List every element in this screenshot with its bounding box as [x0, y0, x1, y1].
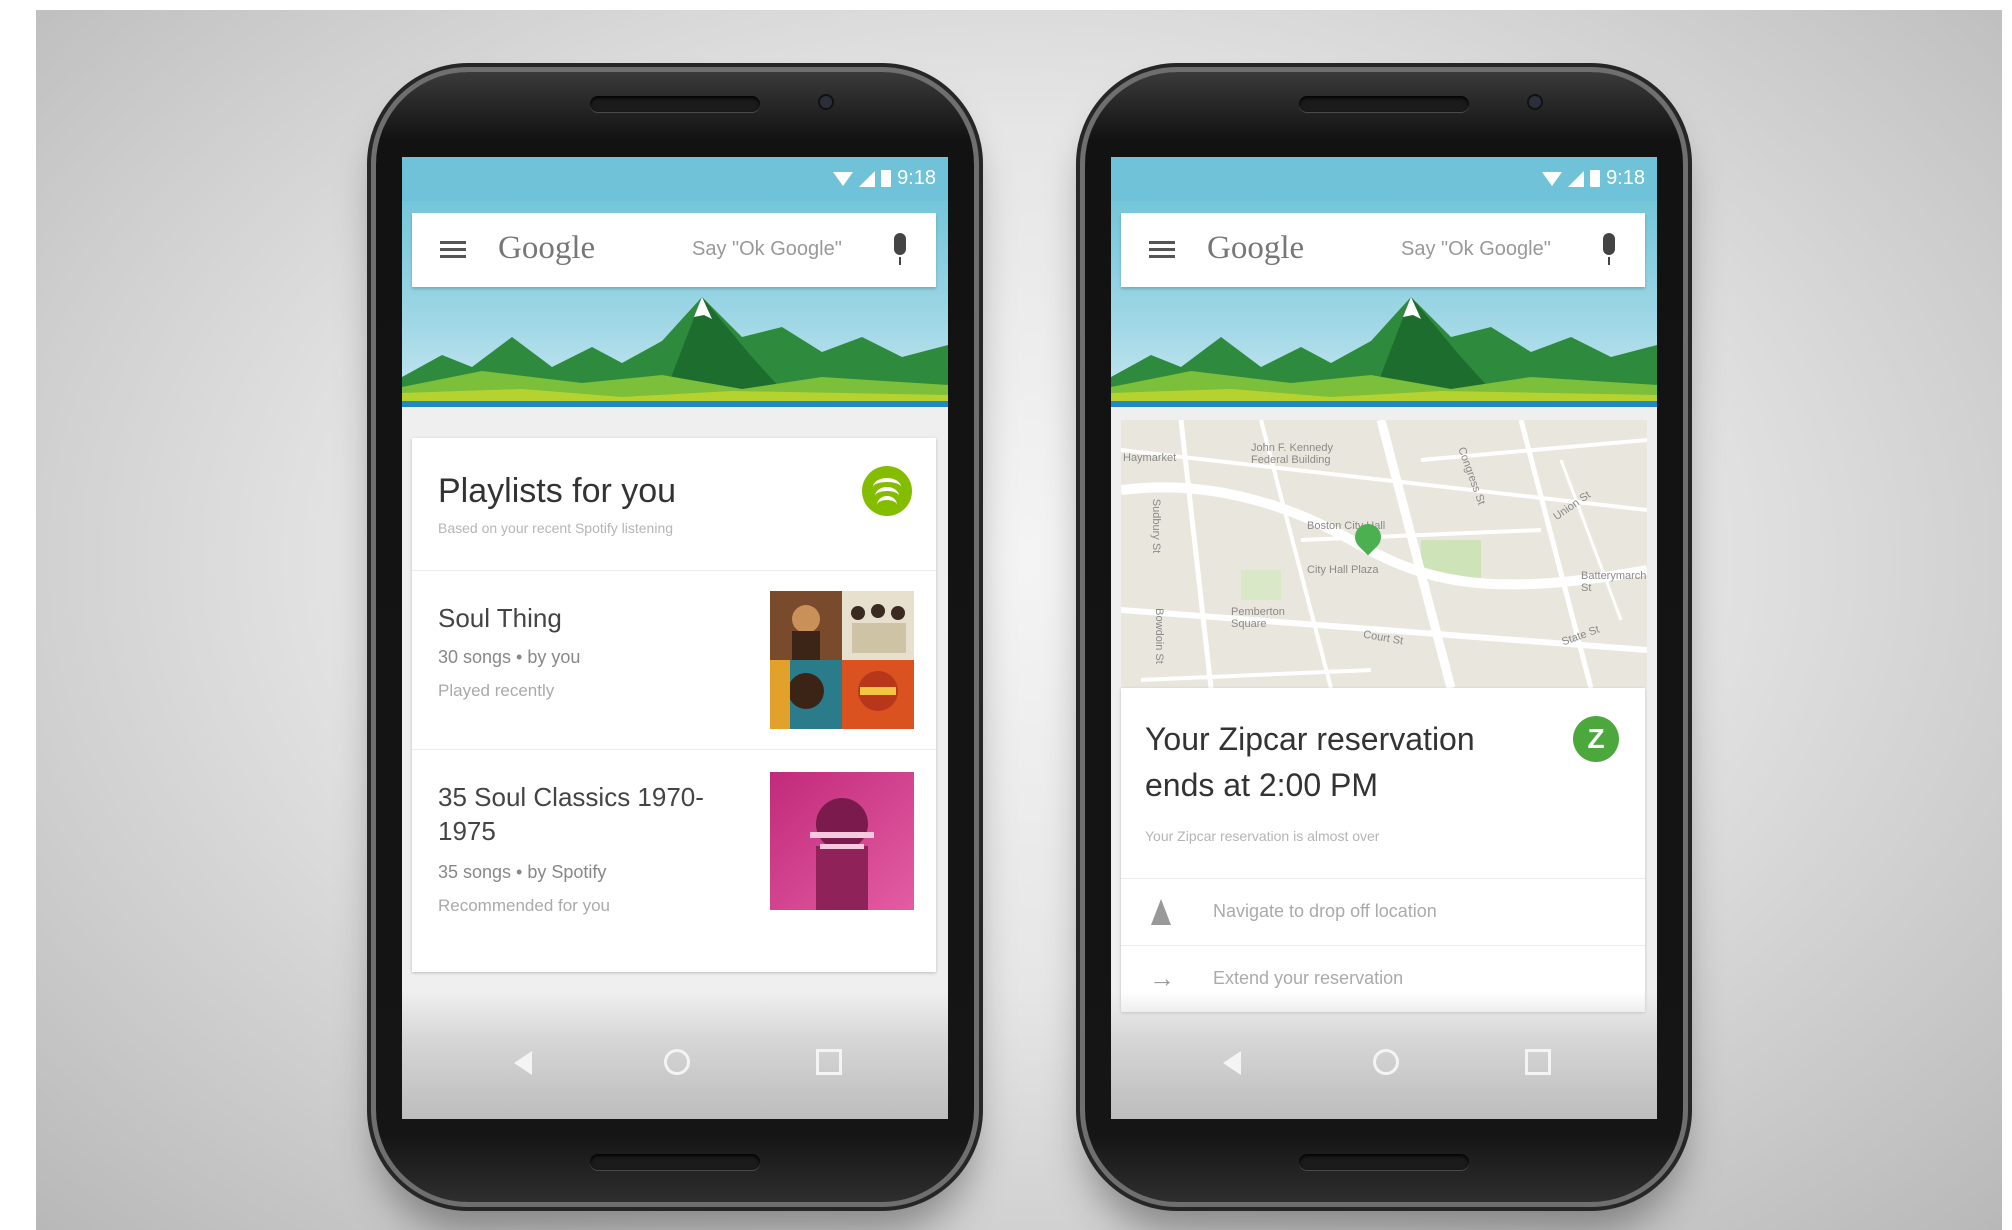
playlist-note: Recommended for you	[438, 896, 610, 915]
navigation-bar	[402, 991, 948, 1119]
back-icon[interactable]	[1223, 1051, 1241, 1075]
background: 9:18 Google Say "Ok Google" Playlists fo…	[36, 10, 2002, 1230]
recents-icon[interactable]	[816, 1049, 842, 1075]
zipcar-icon: Z	[1573, 716, 1619, 762]
voice-hint: Say "Ok Google"	[692, 238, 842, 260]
screen: 9:18 Google Say "Ok Google" Haymarket Jo…	[1111, 157, 1657, 1119]
card-subtitle: Based on your recent Spotify listening	[438, 520, 674, 536]
map[interactable]: Haymarket John F. Kennedy Federal Buildi…	[1121, 420, 1647, 688]
signal-icon	[859, 170, 876, 187]
navigation-icon	[1151, 899, 1171, 925]
phone-right: 9:18 Google Say "Ok Google" Haymarket Jo…	[1085, 72, 1683, 1202]
earpiece-speaker	[590, 96, 760, 112]
map-label: Pemberton Square	[1231, 606, 1285, 630]
home-icon[interactable]	[1373, 1049, 1399, 1075]
status-time: 9:18	[1606, 167, 1645, 189]
mountain-illustration	[1111, 297, 1657, 401]
earpiece-speaker	[1299, 96, 1469, 112]
playlist-item[interactable]: 35 Soul Classics 1970-1975 35 songs • by…	[412, 750, 936, 950]
map-label: Bowdoin St	[1152, 608, 1165, 664]
action-label: Extend your reservation	[1213, 968, 1404, 988]
navigate-action[interactable]: Navigate to drop off location	[1121, 878, 1645, 945]
playlist-name: 35 Soul Classics 1970-1975	[438, 782, 704, 846]
card-title-line2: ends at 2:00 PM	[1145, 767, 1379, 803]
playlist-name: Soul Thing	[438, 603, 562, 633]
card-subtitle: Your Zipcar reservation is almost over	[1145, 828, 1380, 844]
mic-icon[interactable]	[1603, 233, 1615, 265]
map-roads	[1121, 420, 1647, 688]
front-camera	[820, 96, 832, 108]
playlist-meta: 30 songs • by you	[438, 647, 581, 667]
bottom-speaker	[1299, 1154, 1469, 1170]
google-logo: Google	[1207, 230, 1305, 266]
lake-strip	[402, 401, 948, 407]
album-art	[770, 772, 914, 910]
menu-icon[interactable]	[1149, 241, 1175, 259]
playlist-item[interactable]: Soul Thing 30 songs • by you Played rece…	[412, 571, 936, 750]
playlists-card: Playlists for you Based on your recent S…	[412, 438, 936, 972]
google-logo: Google	[498, 230, 596, 266]
lake-strip	[1111, 401, 1657, 407]
status-bar: 9:18	[1111, 157, 1657, 201]
map-label: Batterymarch St	[1581, 570, 1647, 594]
phone-left: 9:18 Google Say "Ok Google" Playlists fo…	[376, 72, 974, 1202]
battery-icon	[881, 170, 892, 187]
card-title-line1: Your Zipcar reservation	[1145, 721, 1475, 757]
front-camera	[1529, 96, 1541, 108]
screen: 9:18 Google Say "Ok Google" Playlists fo…	[402, 157, 948, 1119]
playlist-meta: 35 songs • by Spotify	[438, 862, 607, 882]
search-bar[interactable]: Google Say "Ok Google"	[412, 213, 936, 287]
battery-icon	[1590, 170, 1601, 187]
map-label: Sudbury St	[1150, 498, 1163, 554]
status-bar: 9:18	[402, 157, 948, 201]
map-label: John F. Kennedy Federal Building	[1251, 442, 1333, 466]
map-label: City Hall Plaza	[1307, 564, 1379, 576]
search-bar[interactable]: Google Say "Ok Google"	[1121, 213, 1645, 287]
action-label: Navigate to drop off location	[1213, 901, 1437, 921]
bottom-speaker	[590, 1154, 760, 1170]
home-icon[interactable]	[664, 1049, 690, 1075]
card-title: Playlists for you	[438, 472, 677, 510]
card-header: Playlists for you Based on your recent S…	[412, 438, 936, 571]
recents-icon[interactable]	[1525, 1049, 1551, 1075]
card-header: Your Zipcar reservation ends at 2:00 PM …	[1121, 688, 1645, 878]
mountain-illustration	[402, 297, 948, 401]
back-icon[interactable]	[514, 1051, 532, 1075]
voice-hint: Say "Ok Google"	[1401, 238, 1551, 260]
mic-icon[interactable]	[894, 233, 906, 265]
arrow-right-icon: →	[1149, 963, 1175, 993]
map-label: Haymarket	[1123, 452, 1177, 464]
wifi-icon	[1542, 171, 1563, 186]
zipcar-card: Your Zipcar reservation ends at 2:00 PM …	[1121, 688, 1645, 1012]
navigation-bar	[1111, 991, 1657, 1119]
status-time: 9:18	[897, 167, 936, 189]
signal-icon	[1568, 170, 1585, 187]
playlist-note: Played recently	[438, 681, 555, 700]
album-art	[770, 591, 914, 729]
spotify-icon	[862, 466, 912, 516]
menu-icon[interactable]	[440, 241, 466, 259]
wifi-icon	[833, 171, 854, 186]
